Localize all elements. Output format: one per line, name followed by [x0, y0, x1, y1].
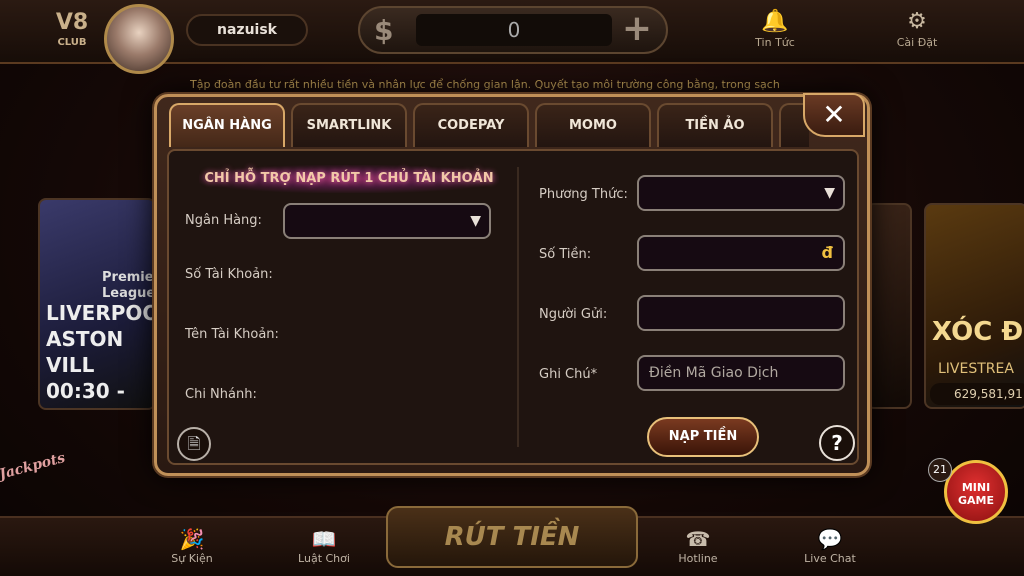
- team-home: LIVERPOO: [46, 301, 156, 325]
- close-button[interactable]: ✕: [803, 93, 865, 137]
- column-divider: [517, 167, 519, 447]
- party-popper-icon: 🎉: [179, 527, 205, 551]
- livestream-label: LIVESTREA: [938, 361, 1014, 377]
- amount-input[interactable]: đ: [637, 235, 845, 271]
- gear-icon: ⚙: [907, 9, 927, 34]
- account-notice: CHỈ HỖ TRỢ NẠP RÚT 1 CHỦ TÀI KHOẢN: [199, 165, 499, 193]
- rules-label: Luật Chơi: [298, 552, 350, 565]
- payment-tabs: NGÂN HÀNG SMARTLINK CODEPAY MOMO TIỀN ẢO…: [169, 103, 809, 149]
- football-match-card[interactable]: Premier League LIVERPOO ASTON VILL 00:30…: [38, 198, 156, 410]
- account-number-label: Số Tài Khoản:: [185, 267, 273, 282]
- jackpots-logo[interactable]: Jackpots: [0, 447, 90, 526]
- events-label: Sự Kiện: [171, 552, 213, 565]
- jackpot-amount: 629,581,91: [930, 383, 1024, 405]
- top-bar: V8 CLUB nazuisk $ 0 + 🔔 Tin Tức ⚙ Cài Đặ…: [0, 0, 1024, 74]
- tab-bank[interactable]: NGÂN HÀNG: [169, 103, 285, 147]
- withdraw-button[interactable]: RÚT TIỀN: [386, 506, 638, 568]
- dollar-icon: $: [374, 14, 394, 47]
- livechat-label: Live Chat: [804, 552, 856, 565]
- amount-label: Số Tiền:: [539, 247, 592, 262]
- avatar[interactable]: [104, 4, 174, 74]
- bell-icon: 🔔: [761, 9, 789, 34]
- chevron-down-icon: ▼: [824, 185, 835, 201]
- xoc-dia-game-card[interactable]: XÓC Đ LIVESTREA 629,581,91: [924, 203, 1024, 409]
- chevron-down-icon: ▼: [470, 213, 481, 229]
- announcement-marquee: Tập đoàn đầu tư rất nhiều tiền và nhân l…: [190, 78, 780, 91]
- document-icon[interactable]: 🗎: [177, 427, 211, 461]
- dong-currency-icon: đ: [821, 243, 833, 262]
- game-card-partial[interactable]: [866, 203, 912, 409]
- tab-codepay[interactable]: CODEPAY: [413, 103, 529, 147]
- sender-input[interactable]: [637, 295, 845, 331]
- club-logo: V8 CLUB: [48, 8, 96, 56]
- tab-momo[interactable]: MOMO: [535, 103, 651, 147]
- minigame-button[interactable]: MINI GAME: [944, 460, 1008, 524]
- hotline-label: Hotline: [678, 552, 718, 565]
- hotline-button[interactable]: ☎ Hotline: [648, 526, 748, 565]
- game-title: XÓC Đ: [932, 317, 1024, 347]
- livechat-button[interactable]: 💬 Live Chat: [780, 526, 880, 565]
- news-button[interactable]: 🔔 Tin Tức: [730, 8, 820, 56]
- transaction-code-input[interactable]: Điền Mã Giao Dịch: [637, 355, 845, 391]
- method-select[interactable]: ▼: [637, 175, 845, 211]
- settings-button[interactable]: ⚙ Cài Đặt: [872, 8, 962, 56]
- phone-icon: ☎: [685, 527, 711, 551]
- settings-label: Cài Đặt: [896, 36, 938, 49]
- bank-select[interactable]: ▼: [283, 203, 491, 239]
- method-label: Phương Thức:: [539, 187, 628, 202]
- deposit-form-panel: CHỈ HỖ TRỢ NẠP RÚT 1 CHỦ TÀI KHOẢN Ngân …: [167, 149, 859, 465]
- news-label: Tin Tức: [755, 36, 795, 49]
- branch-label: Chi Nhánh:: [185, 387, 257, 402]
- events-button[interactable]: 🎉 Sự Kiện: [142, 526, 242, 565]
- account-name-label: Tên Tài Khoản:: [185, 327, 279, 342]
- league-name: Premier League: [102, 270, 156, 301]
- logo-sub-text: CLUB: [57, 37, 87, 48]
- sender-label: Người Gửi:: [539, 307, 608, 322]
- deposit-submit-button[interactable]: NẠP TIỀN: [647, 417, 759, 457]
- deposit-modal: NGÂN HÀNG SMARTLINK CODEPAY MOMO TIỀN ẢO…: [154, 93, 870, 476]
- match-info: LIVERPOO ASTON VILL 00:30 - 27/: [46, 300, 156, 408]
- add-funds-button[interactable]: +: [622, 8, 652, 49]
- minigame-count-badge: 21: [928, 458, 952, 482]
- username-display[interactable]: nazuisk: [186, 14, 308, 46]
- chat-bubble-icon: 💬: [817, 527, 843, 551]
- tab-crypto[interactable]: TIỀN ẢO: [657, 103, 773, 147]
- balance-bar: $ 0 +: [358, 6, 668, 54]
- rules-button[interactable]: 📖 Luật Chơi: [274, 526, 374, 565]
- team-away: ASTON VILL: [46, 327, 124, 377]
- logo-main-text: V8: [55, 10, 89, 35]
- match-time: 00:30 - 27/: [46, 379, 125, 408]
- balance-amount: 0: [416, 14, 612, 46]
- help-button[interactable]: ?: [819, 425, 855, 461]
- bank-label: Ngân Hàng:: [185, 213, 262, 228]
- note-label: Ghi Chú*: [539, 367, 598, 382]
- book-icon: 📖: [311, 527, 337, 551]
- tab-smartlink[interactable]: SMARTLINK: [291, 103, 407, 147]
